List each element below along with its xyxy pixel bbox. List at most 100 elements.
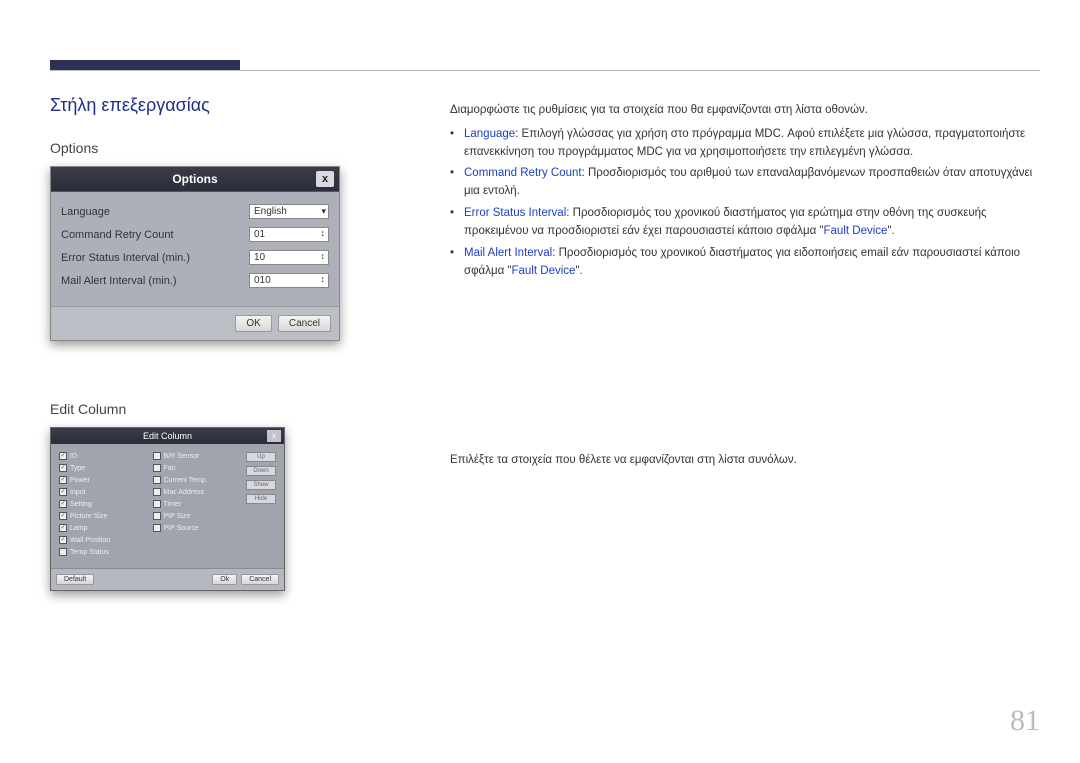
- checkbox-label: PIP Size: [164, 513, 191, 520]
- checkbox-label: Type: [70, 465, 85, 472]
- checkbox-item[interactable]: ✓ID: [59, 452, 147, 460]
- checkbox-column-2: B/R Sensor Fan Current Temp. Mac Address Tim…: [153, 452, 241, 560]
- edit-column-footer: Default Ok Cancel: [51, 568, 284, 590]
- checkbox-icon[interactable]: [153, 476, 161, 484]
- checkbox-item[interactable]: Current Temp.: [153, 476, 241, 484]
- checkbox-label: Picture Size: [70, 513, 107, 520]
- header-rule: [50, 70, 1040, 71]
- checkbox-item[interactable]: ✓Wall Position: [59, 536, 147, 544]
- checkbox-item[interactable]: PIP Size: [153, 512, 241, 520]
- checkbox-icon[interactable]: ✓: [59, 524, 67, 532]
- language-label: Language: [61, 206, 110, 218]
- checkbox-icon[interactable]: ✓: [59, 512, 67, 520]
- up-button[interactable]: Up: [246, 452, 276, 462]
- bullet-item: • Error Status Interval: Προσδιορισμός τ…: [450, 205, 1035, 241]
- bullet-tail: ".: [575, 265, 582, 277]
- checkbox-item[interactable]: ✓Input: [59, 488, 147, 496]
- checkbox-icon[interactable]: ✓: [59, 500, 67, 508]
- checkbox-label: PIP Source: [164, 525, 199, 532]
- checkbox-icon[interactable]: ✓: [59, 488, 67, 496]
- checkbox-label: Current Temp.: [164, 477, 208, 484]
- cancel-button[interactable]: Cancel: [241, 574, 279, 585]
- checkbox-icon[interactable]: [153, 500, 161, 508]
- checkbox-item[interactable]: ✓Lamp: [59, 524, 147, 532]
- checkbox-icon[interactable]: ✓: [59, 536, 67, 544]
- bullet-item: • Mail Alert Interval: Προσδιορισμός του…: [450, 245, 1035, 281]
- bullet-key: Error Status Interval: [464, 207, 566, 219]
- edit-column-title-text: Edit Column: [143, 431, 192, 441]
- default-button[interactable]: Default: [56, 574, 94, 585]
- checkbox-label: Temp Status: [70, 549, 109, 556]
- edit-column-title: Edit Column x: [51, 428, 284, 444]
- checkbox-item[interactable]: Fan: [153, 464, 241, 472]
- checkbox-item[interactable]: Temp Status: [59, 548, 147, 556]
- checkbox-item[interactable]: ✓Power: [59, 476, 147, 484]
- checkbox-item[interactable]: B/R Sensor: [153, 452, 241, 460]
- checkbox-item[interactable]: Mac Address: [153, 488, 241, 496]
- error-interval-spinner[interactable]: 10: [249, 250, 329, 265]
- options-dialog-title-text: Options: [172, 172, 217, 186]
- checkbox-label: Fan: [164, 465, 176, 472]
- fault-device: Fault Device: [824, 225, 888, 237]
- checkbox-icon[interactable]: ✓: [59, 452, 67, 460]
- retry-label: Command Retry Count: [61, 229, 174, 241]
- mail-interval-spinner[interactable]: 010: [249, 273, 329, 288]
- edit-column-body: ✓ID✓Type✓Power✓Input✓Setting✓Picture Siz…: [51, 444, 284, 568]
- checkbox-item[interactable]: Timer: [153, 500, 241, 508]
- retry-spinner[interactable]: 01: [249, 227, 329, 242]
- bullet-key: Command Retry Count: [464, 167, 582, 179]
- header-accent: [50, 60, 240, 70]
- checkbox-label: Timer: [164, 501, 182, 508]
- page-number: 81: [1010, 704, 1040, 738]
- error-interval-label: Error Status Interval (min.): [61, 252, 190, 264]
- hide-button[interactable]: Hide: [246, 494, 276, 504]
- language-select[interactable]: English: [249, 204, 329, 219]
- checkbox-icon[interactable]: [153, 524, 161, 532]
- checkbox-label: B/R Sensor: [164, 453, 200, 460]
- intro-text: Διαμορφώστε τις ρυθμίσεις για τα στοιχεί…: [450, 102, 1035, 120]
- options-dialog: Options x Language English Command Retry…: [50, 166, 340, 341]
- ok-button[interactable]: OK: [235, 315, 271, 332]
- checkbox-item[interactable]: ✓Picture Size: [59, 512, 147, 520]
- ok-button[interactable]: Ok: [212, 574, 237, 585]
- checkbox-column-1: ✓ID✓Type✓Power✓Input✓Setting✓Picture Siz…: [59, 452, 147, 560]
- cancel-button[interactable]: Cancel: [278, 315, 331, 332]
- edit-column-description: Επιλέξτε τα στοιχεία που θέλετε να εμφαν…: [450, 454, 1035, 466]
- checkbox-item[interactable]: ✓Setting: [59, 500, 147, 508]
- checkbox-icon[interactable]: ✓: [59, 476, 67, 484]
- edit-column-dialog: Edit Column x ✓ID✓Type✓Power✓Input✓Setti…: [50, 427, 285, 591]
- checkbox-label: Wall Position: [70, 537, 110, 544]
- close-icon[interactable]: x: [316, 171, 334, 187]
- options-body: Language English Command Retry Count 01 …: [51, 192, 339, 306]
- bullet-key: Language: [464, 128, 515, 140]
- checkbox-item[interactable]: ✓Type: [59, 464, 147, 472]
- mail-interval-label: Mail Alert Interval (min.): [61, 275, 177, 287]
- fault-device: Fault Device: [512, 265, 576, 277]
- checkbox-icon[interactable]: [153, 512, 161, 520]
- checkbox-label: Input: [70, 489, 86, 496]
- bullet-tail: ".: [887, 225, 894, 237]
- options-footer: OK Cancel: [51, 306, 339, 340]
- checkbox-item[interactable]: PIP Source: [153, 524, 241, 532]
- checkbox-icon[interactable]: ✓: [59, 464, 67, 472]
- bullet-key: Mail Alert Interval: [464, 247, 552, 259]
- show-button[interactable]: Show: [246, 480, 276, 490]
- options-heading: Options: [50, 140, 350, 156]
- checkbox-label: Mac Address: [164, 489, 204, 496]
- checkbox-icon[interactable]: [153, 464, 161, 472]
- checkbox-icon[interactable]: [153, 452, 161, 460]
- checkbox-label: Power: [70, 477, 90, 484]
- bullet-item: • Command Retry Count: Προσδιορισμός του…: [450, 165, 1035, 201]
- close-icon[interactable]: x: [267, 430, 281, 442]
- checkbox-label: ID: [70, 453, 77, 460]
- checkbox-label: Lamp: [70, 525, 88, 532]
- options-dialog-title: Options x: [51, 167, 339, 192]
- bullet-item: • Language: Επιλογή γλώσσας για χρήση στ…: [450, 126, 1035, 162]
- section-title: Στήλη επεξεργασίας: [50, 95, 350, 116]
- left-column: Στήλη επεξεργασίας Options Options x Lan…: [50, 95, 350, 591]
- edit-column-heading: Edit Column: [50, 401, 350, 417]
- checkbox-icon[interactable]: [153, 488, 161, 496]
- down-button[interactable]: Down: [246, 466, 276, 476]
- checkbox-icon[interactable]: [59, 548, 67, 556]
- side-buttons: Up Down Show Hide: [246, 452, 276, 560]
